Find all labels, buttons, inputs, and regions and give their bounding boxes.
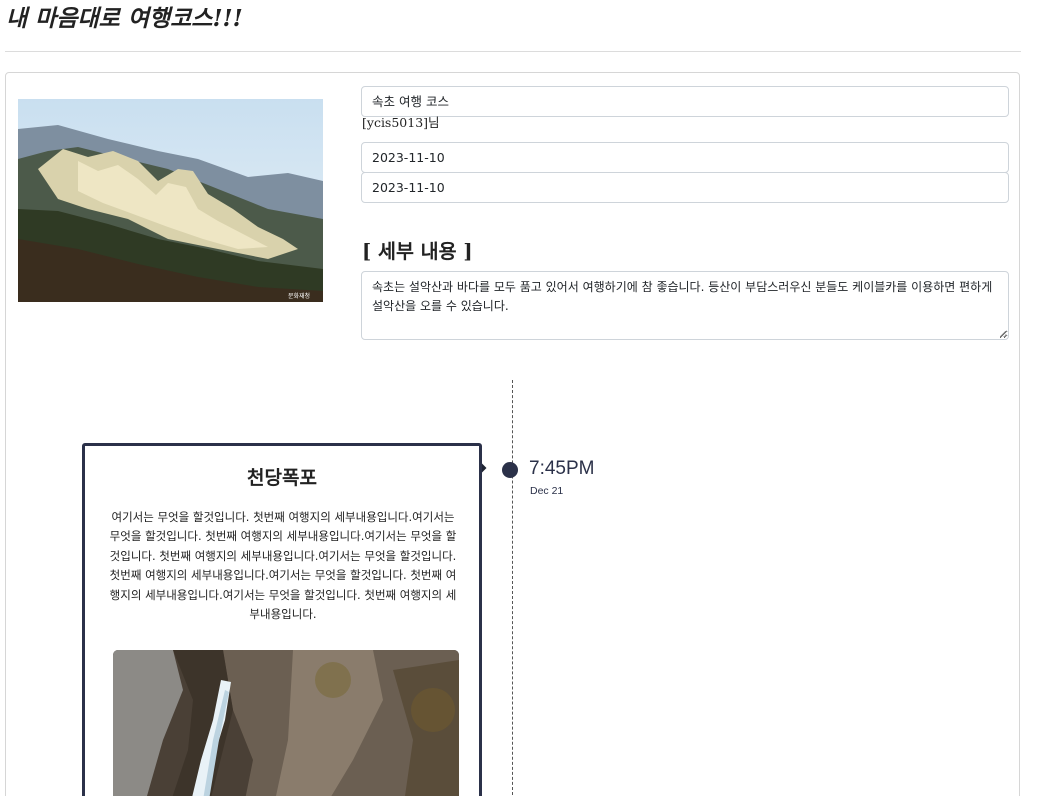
author-label: [ycis5013]님: [362, 115, 440, 130]
photo-credit: 문화재청: [288, 292, 310, 300]
timeline-line: [512, 380, 513, 796]
page-title: 내 마음대로 여행코스!!!: [6, 5, 243, 32]
end-date-field[interactable]: 2023-11-10: [361, 172, 1009, 203]
title-divider: [5, 51, 1021, 52]
details-textarea[interactable]: 속초는 설악산과 바다를 모두 품고 있어서 여행하기에 참 좋습니다. 등산이…: [361, 271, 1009, 340]
details-text: 속초는 설악산과 바다를 모두 품고 있어서 여행하기에 참 좋습니다. 등산이…: [372, 280, 993, 313]
details-heading: [ 세부 내용 ]: [362, 240, 473, 263]
mountain-photo-icon: 문화재청: [18, 99, 323, 302]
start-date-field[interactable]: 2023-11-10: [361, 142, 1009, 173]
resize-handle-icon[interactable]: [1000, 331, 1006, 337]
stop-photo: [113, 650, 459, 796]
stop-description: 여기서는 무엇을 할것입니다. 첫번째 여행지의 세부내용입니다.여기서는 무엇…: [109, 510, 457, 622]
stop-time: 7:45PM: [529, 458, 595, 479]
stop-date: Dec 21: [530, 485, 564, 497]
timeline-stop-card: 천당폭포 여기서는 무엇을 할것입니다. 첫번째 여행지의 세부내용입니다.여기…: [82, 443, 482, 796]
timeline-dot-icon: [502, 462, 518, 478]
course-photo: 문화재청: [18, 99, 323, 302]
stop-title: 천당폭포: [247, 467, 317, 489]
course-name-field[interactable]: 속초 여행 코스: [361, 86, 1009, 117]
waterfall-photo-icon: [113, 650, 459, 796]
